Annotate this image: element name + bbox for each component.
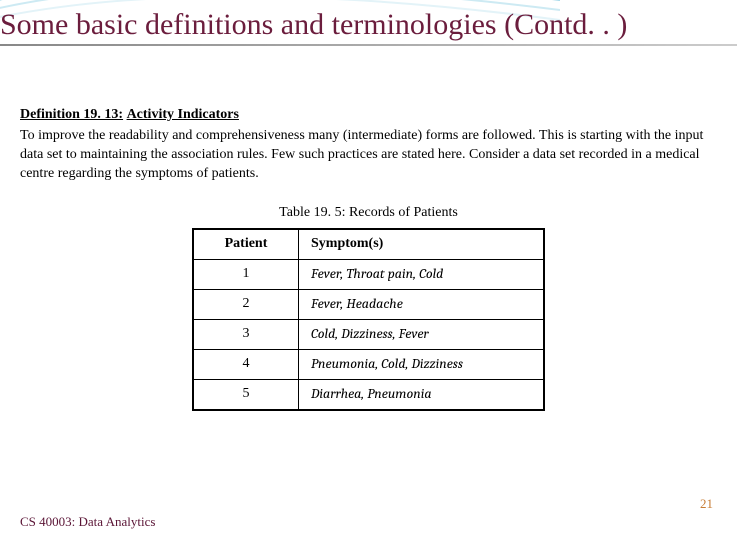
table-row: 5 Diarrhea, Pneumonia <box>193 379 544 409</box>
body-content: Definition 19. 13: Activity Indicators T… <box>0 106 737 411</box>
table-header-row: Patient Symptom(s) <box>193 229 544 259</box>
table-caption: Table 19. 5: Records of Patients <box>20 204 717 223</box>
definition-text: To improve the readability and comprehen… <box>20 127 717 184</box>
cell-symptoms: Diarrhea, Pneumonia <box>299 379 545 409</box>
col-header-symptoms: Symptom(s) <box>299 229 545 259</box>
table-row: 2 Fever, Headache <box>193 290 544 320</box>
title-underline <box>0 44 737 46</box>
cell-patient: 5 <box>193 379 299 409</box>
cell-patient: 3 <box>193 320 299 350</box>
table-row: 3 Cold, Dizziness, Fever <box>193 320 544 350</box>
cell-symptoms: Pneumonia, Cold, Dizziness <box>299 350 545 380</box>
cell-patient: 2 <box>193 290 299 320</box>
cell-patient: 1 <box>193 260 299 290</box>
definition-heading: Definition 19. 13: Activity Indicators <box>20 106 717 125</box>
cell-patient: 4 <box>193 350 299 380</box>
col-header-patient: Patient <box>193 229 299 259</box>
cell-symptoms: Fever, Headache <box>299 290 545 320</box>
cell-symptoms: Cold, Dizziness, Fever <box>299 320 545 350</box>
slide-title: Some basic definitions and terminologies… <box>0 0 737 44</box>
definition-number: Definition 19. 13: <box>20 107 123 122</box>
records-table: Patient Symptom(s) 1 Fever, Throat pain,… <box>192 228 545 410</box>
definition-name: Activity Indicators <box>127 107 239 122</box>
table-row: 4 Pneumonia, Cold, Dizziness <box>193 350 544 380</box>
table-row: 1 Fever, Throat pain, Cold <box>193 260 544 290</box>
slide-number: 21 <box>700 496 713 512</box>
footer-course-code: CS 40003: Data Analytics <box>20 514 155 530</box>
cell-symptoms: Fever, Throat pain, Cold <box>299 260 545 290</box>
